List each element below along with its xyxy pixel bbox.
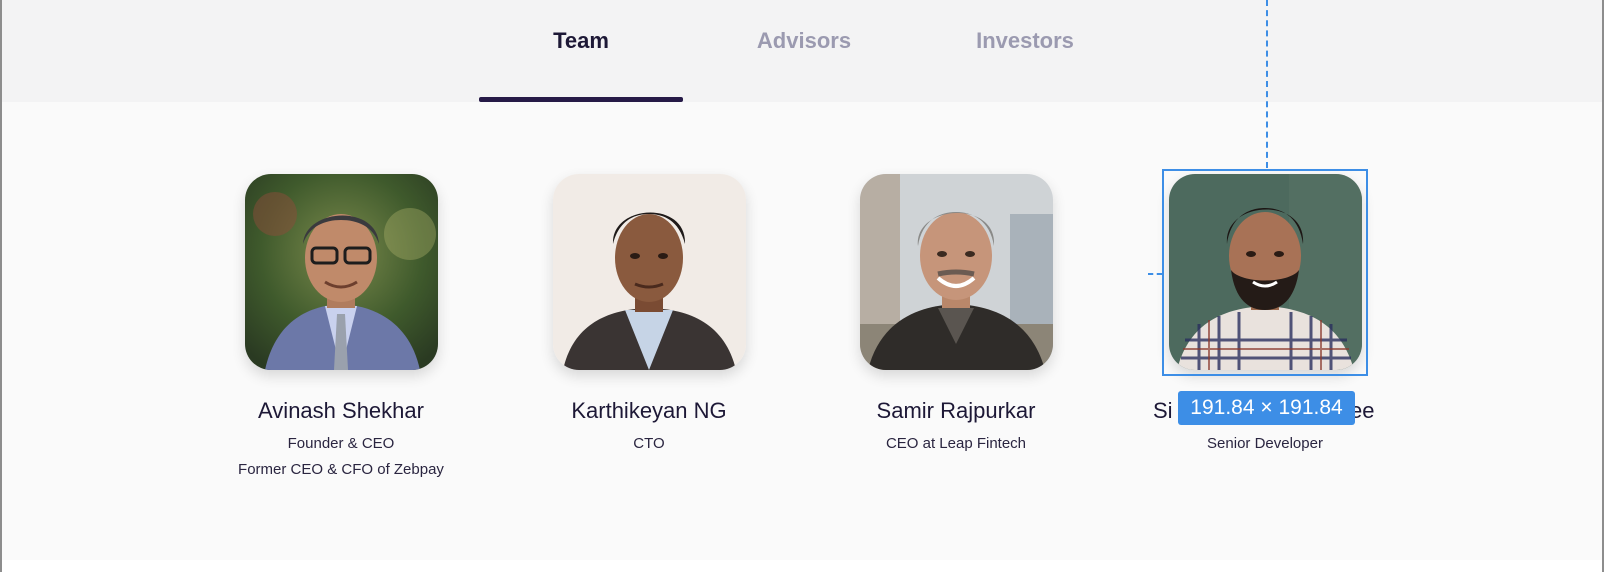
team-member-role: CEO at Leap Fintech: [885, 435, 1027, 452]
team-member-name: Karthikeyan NG: [571, 398, 727, 423]
tab-team[interactable]: Team: [479, 0, 683, 102]
devtools-guide-horizontal: [1148, 273, 1162, 275]
team-member-role: Senior Developer: [1207, 435, 1323, 452]
devtools-guide-vertical: [1266, 0, 1268, 168]
page-bottom: [2, 560, 1602, 572]
team-member-card: Karthikeyan NG CTO: [499, 174, 799, 456]
team-member-name: Avinash Shekhar: [258, 398, 424, 423]
team-member-photo: [859, 174, 1053, 370]
team-member-card: Avinash Shekhar Founder & CEO Former CEO…: [191, 174, 491, 482]
tab-investors[interactable]: Investors: [923, 0, 1127, 102]
tab-investors-label: Investors: [976, 28, 1074, 53]
team-member-photo: [244, 174, 438, 370]
team-member-photo: [552, 174, 746, 370]
team-member-role: Founder & CEO: [287, 435, 395, 452]
team-member-name: Samir Rajpurkar: [876, 398, 1036, 423]
devtools-selection-box: [1162, 169, 1368, 376]
team-member-card: Samir Rajpurkar CEO at Leap Fintech: [806, 174, 1106, 456]
tab-bar: Team Advisors Investors: [2, 0, 1602, 102]
tab-advisors[interactable]: Advisors: [702, 0, 906, 102]
team-member-role: CTO: [633, 435, 665, 452]
team-member-previous-role: Former CEO & CFO of Zebpay: [238, 461, 444, 478]
tab-advisors-label: Advisors: [756, 28, 852, 53]
team-member-name-left: Si: [1153, 398, 1173, 423]
devtools-dimension-badge: 191.84 × 191.84: [1178, 391, 1355, 425]
tab-team-label: Team: [553, 28, 609, 53]
